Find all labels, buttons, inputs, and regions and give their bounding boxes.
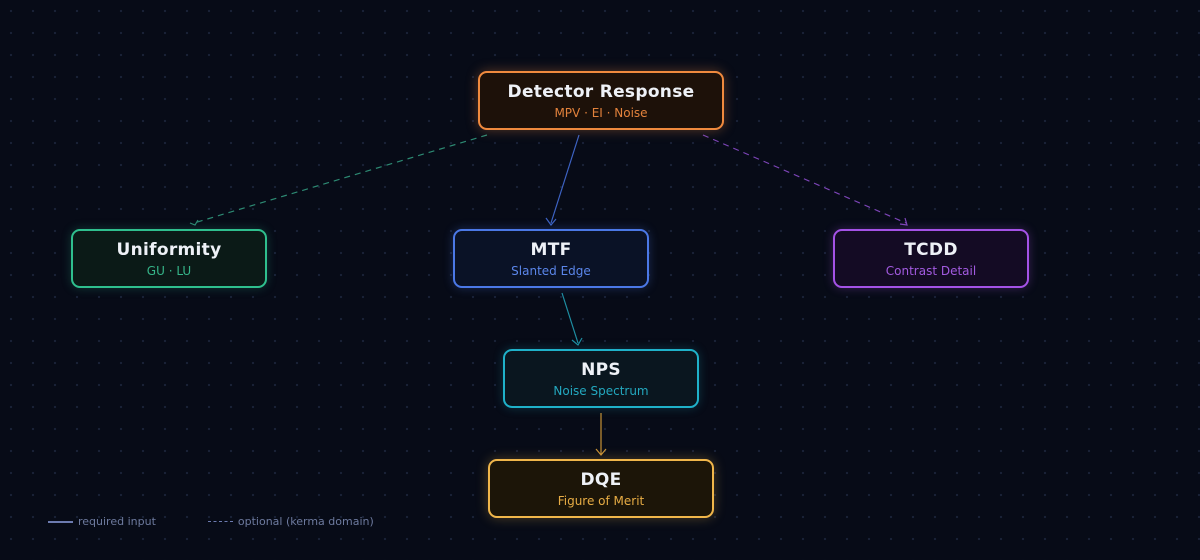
node-uniformity[interactable]: Uniformity GU · LU [71,229,267,288]
node-nps[interactable]: NPS Noise Spectrum [503,349,699,408]
node-subtitle: Noise Spectrum [553,384,649,398]
arrowhead-uniformity [189,219,199,226]
node-subtitle: MPV · EI · Noise [554,106,648,120]
node-subtitle: Contrast Detail [885,264,977,278]
diagram-canvas: Detector Response MPV · EI · Noise Unifo… [0,0,1200,560]
node-title: MTF [530,240,572,260]
node-dqe[interactable]: DQE Figure of Merit [488,459,714,518]
legend-item-optional: optional (kerma domain) [207,515,374,528]
edge-detector-mtf [550,134,580,224]
legend: required input optional (kerma domain) [48,515,374,528]
node-title: NPS [581,360,621,380]
node-subtitle: Figure of Merit [557,494,645,508]
legend-label-required: required input [78,515,156,528]
edge-detector-tcdd [702,134,907,224]
node-mtf[interactable]: MTF Slanted Edge [453,229,649,288]
legend-label-optional: optional (kerma domain) [237,515,374,528]
node-title: TCDD [904,240,958,260]
solid-line-icon [48,520,73,523]
edge-detector-uniformity [193,134,488,224]
node-title: Uniformity [116,240,222,260]
node-subtitle: Slanted Edge [511,264,591,278]
node-tcdd[interactable]: TCDD Contrast Detail [833,229,1029,288]
node-detector-response[interactable]: Detector Response MPV · EI · Noise [478,71,724,130]
dashed-line-icon [207,521,233,522]
node-title: DQE [580,470,622,490]
node-title: Detector Response [507,82,695,102]
arrowhead-tcdd [899,217,908,226]
legend-item-required: required input [48,515,156,528]
edge-mtf-nps [561,292,579,344]
node-subtitle: GU · LU [146,264,192,278]
